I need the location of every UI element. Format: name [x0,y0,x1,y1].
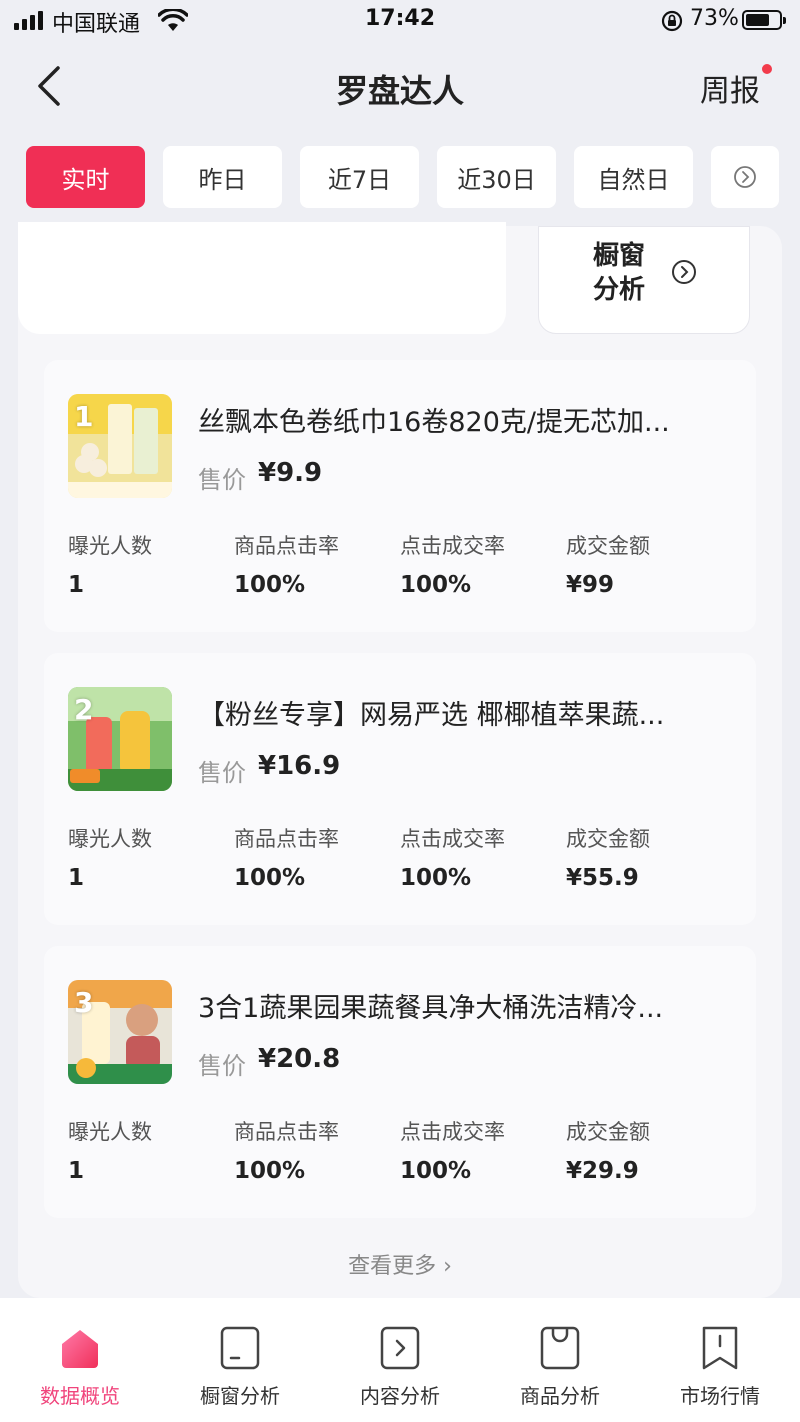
tab-30-days[interactable]: 近30日 [437,146,556,208]
product-card[interactable]: 3 3合1蔬果园果蔬餐具净大桶洗洁精冷... 售价 ¥20.8 曝光人数 1 商品… [44,946,756,1218]
metric-value-exposure: 1 [68,572,85,598]
home-icon [56,1324,104,1372]
bottom-tab-market-trends[interactable]: 市场行情 [640,1298,800,1422]
window-icon [216,1324,264,1372]
product-thumbnail: 1 [68,394,172,498]
product-thumbnail: 2 [68,687,172,791]
metric-value-exposure: 1 [68,1158,85,1184]
bottom-tab-label: 内容分析 [360,1384,440,1408]
rank-badge: 2 [74,693,94,726]
price-label: 售价 [198,466,246,494]
metric-label-conversion: 点击成交率 [400,827,505,851]
metric-label-exposure: 曝光人数 [68,827,152,851]
status-bar: 中国联通 17:42 73% [0,0,800,42]
bottom-tab-content-analysis[interactable]: 内容分析 [320,1298,480,1422]
bottom-tab-label: 商品分析 [520,1384,600,1408]
notification-dot [762,64,772,74]
time-range-tabs: 实时 昨日 近7日 近30日 自然日 [26,146,779,208]
metric-label-ctr: 商品点击率 [234,1120,339,1144]
see-more-link[interactable]: 查看更多 › [18,1248,782,1280]
product-thumbnail: 3 [68,980,172,1084]
summary-card [18,222,506,334]
product-price: ¥9.9 [258,458,323,488]
tab-7-days[interactable]: 近7日 [300,146,419,208]
metric-value-gmv: ¥99 [566,572,615,598]
rank-badge: 1 [74,400,94,433]
product-card[interactable]: 2 【粉丝专享】网易严选 椰椰植萃果蔬... 售价 ¥16.9 曝光人数 1 商品… [44,653,756,925]
battery-icon [742,10,786,30]
nav-bar: 罗盘达人 周报 [0,52,800,122]
metric-label-gmv: 成交金额 [566,534,650,558]
product-price: ¥16.9 [258,751,341,781]
product-name: 丝飘本色卷纸巾16卷820克/提无芯加... [198,407,670,438]
metric-value-ctr: 100% [234,572,306,598]
price-label: 售价 [198,759,246,787]
chevron-right-circle-icon [734,166,756,188]
metric-label-ctr: 商品点击率 [234,827,339,851]
bottom-tab-window-analysis[interactable]: 橱窗分析 [160,1298,320,1422]
bag-icon [536,1324,584,1372]
metric-value-gmv: ¥55.9 [566,865,639,891]
bottom-tab-bar: 数据概览 橱窗分析 内容分析 商品分析 市场行情 [0,1298,800,1422]
window-analysis-card[interactable]: 橱窗分析 [538,226,750,334]
rank-badge: 3 [74,986,94,1019]
tab-natural-day[interactable]: 自然日 [574,146,693,208]
price-label: 售价 [198,1052,246,1080]
bookmark-icon [696,1324,744,1372]
page-title: 罗盘达人 [335,72,464,110]
metric-label-exposure: 曝光人数 [68,1120,152,1144]
metric-value-conversion: 100% [400,865,472,891]
bottom-tab-label: 橱窗分析 [200,1384,280,1408]
metric-value-conversion: 100% [400,572,472,598]
product-name: 【粉丝专享】网易严选 椰椰植萃果蔬... [198,700,665,731]
play-icon [376,1324,424,1372]
battery-percentage: 73% [690,6,739,31]
metric-label-conversion: 点击成交率 [400,1120,505,1144]
bottom-tab-data-overview[interactable]: 数据概览 [0,1298,160,1422]
bottom-tab-label: 市场行情 [680,1384,760,1408]
tab-yesterday[interactable]: 昨日 [163,146,282,208]
weekly-report-button[interactable]: 周报 [700,66,760,110]
tab-more-button[interactable] [711,146,779,208]
window-analysis-label: 橱窗分析 [593,241,646,305]
bottom-tab-label: 数据概览 [40,1384,120,1408]
metric-value-exposure: 1 [68,865,85,891]
chevron-right-circle-icon [671,259,697,289]
bottom-tab-product-analysis[interactable]: 商品分析 [480,1298,640,1422]
metric-value-ctr: 100% [234,865,306,891]
metric-value-conversion: 100% [400,1158,472,1184]
product-name: 3合1蔬果园果蔬餐具净大桶洗洁精冷... [198,993,664,1024]
metric-label-gmv: 成交金额 [566,1120,650,1144]
metric-value-gmv: ¥29.9 [566,1158,639,1184]
metric-label-ctr: 商品点击率 [234,534,339,558]
rotation-lock-icon [660,9,684,37]
metric-value-ctr: 100% [234,1158,306,1184]
metric-label-exposure: 曝光人数 [68,534,152,558]
tab-realtime[interactable]: 实时 [26,146,145,208]
main-panel: 橱窗分析 1 丝飘本色卷纸巾16卷820克/提无芯加... 售价 ¥9.9 曝光… [18,222,782,1298]
metric-label-gmv: 成交金额 [566,827,650,851]
metric-label-conversion: 点击成交率 [400,534,505,558]
product-card[interactable]: 1 丝飘本色卷纸巾16卷820克/提无芯加... 售价 ¥9.9 曝光人数 1 商… [44,360,756,632]
product-price: ¥20.8 [258,1044,341,1074]
